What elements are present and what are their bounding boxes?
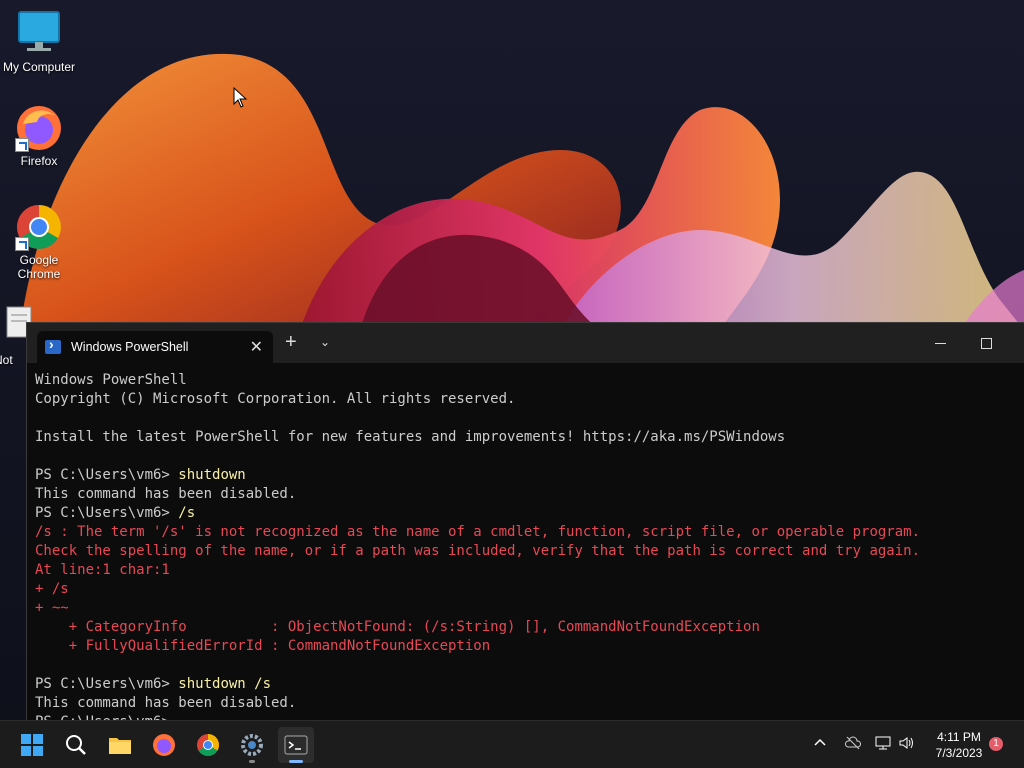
chevron-up-icon[interactable]	[812, 735, 828, 754]
console-line: Check the spelling of the name, or if a …	[35, 542, 1024, 561]
console-line: + ~~	[35, 599, 1024, 618]
command-text: shutdown	[178, 467, 246, 483]
output-text: Windows PowerShell	[35, 372, 187, 388]
tab-title: Windows PowerShell	[71, 340, 189, 354]
desktop-icon-firefox[interactable]: Firefox	[0, 104, 78, 168]
folder-icon	[109, 738, 131, 754]
prompt-text: PS C:\Users\vm6>	[35, 505, 179, 521]
console-line: PS C:\Users\vm6> shutdown /s	[35, 675, 1024, 694]
clock-time: 4:11 PM	[937, 730, 981, 744]
new-tab-button[interactable]: +	[285, 331, 297, 354]
console-line: This command has been disabled.	[35, 694, 1024, 713]
error-text: + ~~	[35, 600, 69, 616]
chrome-taskbar-button[interactable]	[190, 727, 226, 763]
chrome-icon	[15, 203, 63, 251]
powershell-window[interactable]: Windows PowerShell ✕ + ⌄ Windows PowerSh…	[26, 322, 1024, 721]
console-line: + CategoryInfo : ObjectNotFound: (/s:Str…	[35, 618, 1024, 637]
system-clock[interactable]: 4:11 PM 7/3/2023	[920, 729, 998, 761]
chevron-down-icon[interactable]: ⌄	[320, 335, 330, 349]
console-line: + FullyQualifiedErrorId : CommandNotFoun…	[35, 637, 1024, 656]
output-text: Copyright (C) Microsoft Corporation. All…	[35, 391, 516, 407]
console-line: PS C:\Users\vm6> /s	[35, 504, 1024, 523]
shortcut-arrow-icon	[15, 237, 29, 251]
error-text: + FullyQualifiedErrorId : CommandNotFoun…	[35, 638, 491, 654]
desktop-icon-google-chrome[interactable]: Google Chrome	[0, 203, 78, 281]
desktop-icon-my-computer[interactable]: My Computer	[0, 10, 78, 74]
windows-logo-icon	[21, 734, 43, 756]
volume-icon[interactable]	[898, 735, 916, 754]
output-text: This command has been disabled.	[35, 486, 297, 502]
running-indicator	[289, 760, 303, 763]
console-line: Copyright (C) Microsoft Corporation. All…	[35, 390, 1024, 409]
prompt-text: PS C:\Users\vm6>	[35, 676, 179, 692]
desktop-icon-label: Google Chrome	[17, 253, 61, 281]
taskbar: 4:11 PM 7/3/2023	[0, 720, 1024, 768]
console-line: /s : The term '/s' is not recognized as …	[35, 523, 1024, 542]
file-explorer-button[interactable]	[102, 727, 138, 763]
command-text: shutdown /s	[178, 676, 272, 692]
console-line: At line:1 char:1	[35, 561, 1024, 580]
prompt-text: PS C:\Users\vm6>	[35, 467, 179, 483]
minimize-button[interactable]	[925, 331, 955, 355]
start-button[interactable]	[14, 727, 50, 763]
notification-badge[interactable]: 1	[989, 737, 1003, 751]
firefox-icon	[15, 104, 63, 152]
network-icon[interactable]	[874, 735, 892, 754]
command-text: /s	[178, 505, 196, 521]
clock-date: 7/3/2023	[935, 746, 983, 760]
settings-taskbar-button[interactable]	[234, 727, 270, 763]
title-bar[interactable]: Windows PowerShell ✕ + ⌄	[27, 323, 1024, 363]
console-line: This command has been disabled.	[35, 485, 1024, 504]
chrome-icon	[197, 734, 219, 756]
output-text: This command has been disabled.	[35, 695, 297, 711]
terminal-taskbar-button[interactable]	[278, 727, 314, 763]
error-text: Check the spelling of the name, or if a …	[35, 543, 921, 559]
desktop-icon-label: My Computer	[2, 60, 76, 74]
running-indicator	[249, 760, 255, 763]
powershell-icon	[45, 336, 61, 354]
error-text: /s : The term '/s' is not recognized as …	[35, 524, 921, 540]
tab-windows-powershell[interactable]: Windows PowerShell ✕	[37, 331, 273, 363]
desktop-icon-label: Firefox	[20, 154, 58, 168]
console-line: Install the latest PowerShell for new fe…	[35, 428, 1024, 447]
terminal-icon	[284, 735, 308, 755]
error-text: + /s	[35, 581, 69, 597]
error-text: + CategoryInfo : ObjectNotFound: (/s:Str…	[35, 619, 760, 635]
output-text: Install the latest PowerShell for new fe…	[35, 429, 786, 445]
console-output[interactable]: Windows PowerShell Copyright (C) Microsof…	[35, 371, 1024, 721]
console-line: + /s	[35, 580, 1024, 599]
search-icon	[66, 735, 86, 755]
monitor-icon	[15, 10, 63, 58]
onedrive-offline-icon[interactable]	[844, 735, 862, 754]
error-text: At line:1 char:1	[35, 562, 170, 578]
console-line: PS C:\Users\vm6> shutdown	[35, 466, 1024, 485]
gear-icon	[241, 734, 263, 756]
firefox-taskbar-button[interactable]	[146, 727, 182, 763]
close-tab-icon[interactable]: ✕	[250, 337, 263, 357]
search-button[interactable]	[58, 727, 94, 763]
maximize-button[interactable]	[971, 331, 1001, 355]
console-line: Windows PowerShell	[35, 371, 1024, 390]
shortcut-arrow-icon	[15, 138, 29, 152]
firefox-icon	[153, 734, 175, 756]
